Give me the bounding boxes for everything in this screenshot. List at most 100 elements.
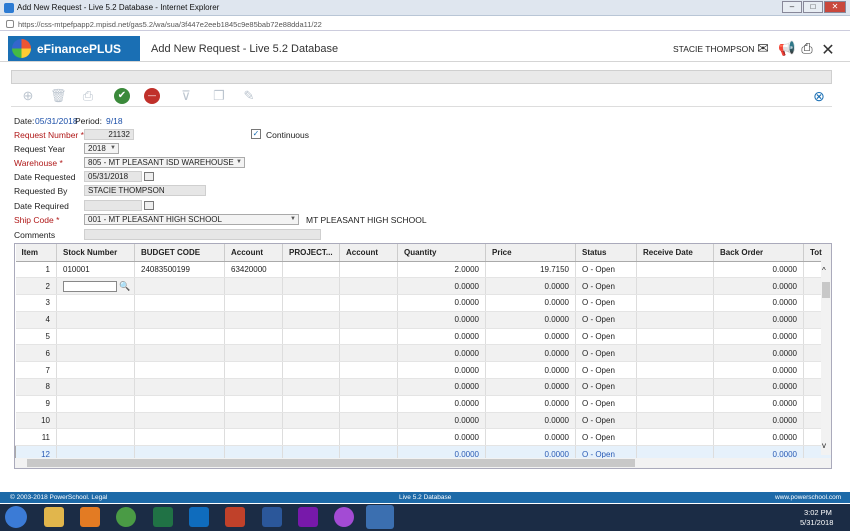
project-cell[interactable] [282, 428, 340, 447]
budget-code-cell[interactable] [134, 294, 225, 312]
stock-number-cell[interactable]: 🔍 [56, 277, 135, 296]
status-cell[interactable]: O - Open [575, 294, 637, 312]
quantity-cell[interactable]: 0.0000 [397, 277, 486, 296]
receive-date-cell[interactable] [636, 395, 714, 413]
item-cell[interactable]: 11 [15, 428, 57, 447]
quantity-cell[interactable]: 0.0000 [397, 328, 486, 346]
receive-date-cell[interactable] [636, 412, 714, 430]
column-header[interactable]: Quantity [397, 244, 486, 262]
stock-number-cell[interactable] [56, 412, 135, 430]
back-order-cell[interactable]: 0.0000 [713, 294, 804, 312]
back-order-cell[interactable]: 0.0000 [713, 344, 804, 363]
powerpoint-icon[interactable] [225, 507, 245, 527]
column-header[interactable]: Tot [803, 244, 831, 262]
budget-code-cell[interactable] [134, 344, 225, 363]
item-cell[interactable]: 4 [15, 311, 57, 329]
price-cell[interactable]: 0.0000 [485, 294, 576, 312]
column-header[interactable]: Item [15, 244, 57, 262]
outlook-icon[interactable] [189, 507, 209, 527]
back-order-cell[interactable]: 0.0000 [713, 277, 804, 296]
receive-date-cell[interactable] [636, 378, 714, 396]
back-order-cell[interactable]: 0.0000 [713, 328, 804, 346]
account-cell[interactable] [224, 395, 283, 413]
horizontal-scrollbar[interactable] [15, 458, 831, 468]
item-cell[interactable]: 7 [15, 361, 57, 380]
search-icon[interactable]: 🔍 [119, 281, 130, 291]
announce-icon[interactable]: 📢 [778, 40, 795, 57]
price-cell[interactable]: 0.0000 [485, 361, 576, 380]
print-record-icon[interactable]: ⎙ [80, 88, 96, 104]
back-order-cell[interactable]: 0.0000 [713, 311, 804, 329]
budget-code-cell[interactable] [134, 412, 225, 430]
column-header[interactable]: PROJECT... [282, 244, 340, 262]
explorer-icon[interactable] [44, 507, 64, 527]
word-icon[interactable] [262, 507, 282, 527]
back-order-cell[interactable]: 0.0000 [713, 378, 804, 396]
internet-explorer-icon[interactable] [366, 505, 394, 529]
price-cell[interactable]: 0.0000 [485, 311, 576, 329]
table-row[interactable]: 11 0.0000 0.0000 O - Open 0.0000 [15, 428, 831, 447]
accept-icon[interactable]: ✔ [114, 88, 130, 104]
project-cell[interactable] [282, 294, 340, 312]
column-header[interactable]: Status [575, 244, 637, 262]
item-cell[interactable]: 2 [15, 277, 57, 296]
status-cell[interactable]: O - Open [575, 277, 637, 296]
account-cell[interactable] [224, 277, 283, 296]
chrome-icon[interactable] [116, 507, 136, 527]
print-icon[interactable]: ⎙ [799, 40, 815, 57]
stock-number-cell[interactable] [56, 428, 135, 447]
table-row[interactable]: 4 0.0000 0.0000 O - Open 0.0000 [15, 311, 831, 329]
date-required-field[interactable] [84, 200, 142, 211]
request-year-select[interactable]: 2018 ▼ [84, 143, 119, 154]
quantity-cell[interactable]: 0.0000 [397, 412, 486, 430]
item-cell[interactable]: 3 [15, 294, 57, 312]
project-cell[interactable] [282, 378, 340, 396]
quantity-cell[interactable]: 0.0000 [397, 395, 486, 413]
quantity-cell[interactable]: 2.0000 [397, 261, 486, 279]
account-cell[interactable] [224, 294, 283, 312]
account2-cell[interactable] [339, 294, 398, 312]
hscroll-thumb[interactable] [27, 459, 635, 467]
stock-number-cell[interactable]: 010001 [56, 261, 135, 279]
user-name[interactable]: STACIE THOMPSON [673, 44, 754, 54]
table-row[interactable]: 9 0.0000 0.0000 O - Open 0.0000 [15, 395, 831, 413]
quantity-cell[interactable]: 0.0000 [397, 311, 486, 329]
column-header[interactable]: Price [485, 244, 576, 262]
item-cell[interactable]: 1 [15, 261, 57, 279]
item-cell[interactable]: 8 [15, 378, 57, 396]
stock-number-cell[interactable] [56, 378, 135, 396]
scroll-down-icon[interactable]: v [822, 441, 826, 450]
account2-cell[interactable] [339, 328, 398, 346]
price-cell[interactable]: 0.0000 [485, 395, 576, 413]
stock-number-cell[interactable] [56, 311, 135, 329]
stock-number-cell[interactable] [56, 328, 135, 346]
column-header[interactable]: Stock Number [56, 244, 135, 262]
receive-date-cell[interactable] [636, 428, 714, 447]
price-cell[interactable]: 0.0000 [485, 428, 576, 447]
receive-date-cell[interactable] [636, 261, 714, 279]
table-row[interactable]: 8 0.0000 0.0000 O - Open 0.0000 [15, 378, 831, 396]
onenote-icon[interactable] [298, 507, 318, 527]
table-row[interactable]: 2 🔍 0.0000 0.0000 O - Open 0.0000 [15, 277, 831, 296]
item-cell[interactable]: 9 [15, 395, 57, 413]
messenger-icon[interactable] [334, 507, 354, 527]
project-cell[interactable] [282, 311, 340, 329]
budget-code-cell[interactable]: 24083500199 [134, 261, 225, 279]
receive-date-cell[interactable] [636, 361, 714, 380]
project-cell[interactable] [282, 328, 340, 346]
continuous-checkbox[interactable]: ✓ [251, 129, 261, 139]
price-cell[interactable]: 0.0000 [485, 328, 576, 346]
status-cell[interactable]: O - Open [575, 361, 637, 380]
add-icon[interactable]: ⊕ [20, 88, 36, 104]
maximize-button[interactable]: □ [803, 1, 823, 13]
filter-icon[interactable]: ⊽ [178, 88, 194, 104]
budget-code-cell[interactable] [134, 361, 225, 380]
quantity-cell[interactable]: 0.0000 [397, 378, 486, 396]
column-header[interactable]: Back Order [713, 244, 804, 262]
account2-cell[interactable] [339, 261, 398, 279]
column-header[interactable]: Account [224, 244, 283, 262]
receive-date-cell[interactable] [636, 344, 714, 363]
account2-cell[interactable] [339, 344, 398, 363]
account2-cell[interactable] [339, 412, 398, 430]
calendar-icon[interactable] [144, 172, 154, 181]
